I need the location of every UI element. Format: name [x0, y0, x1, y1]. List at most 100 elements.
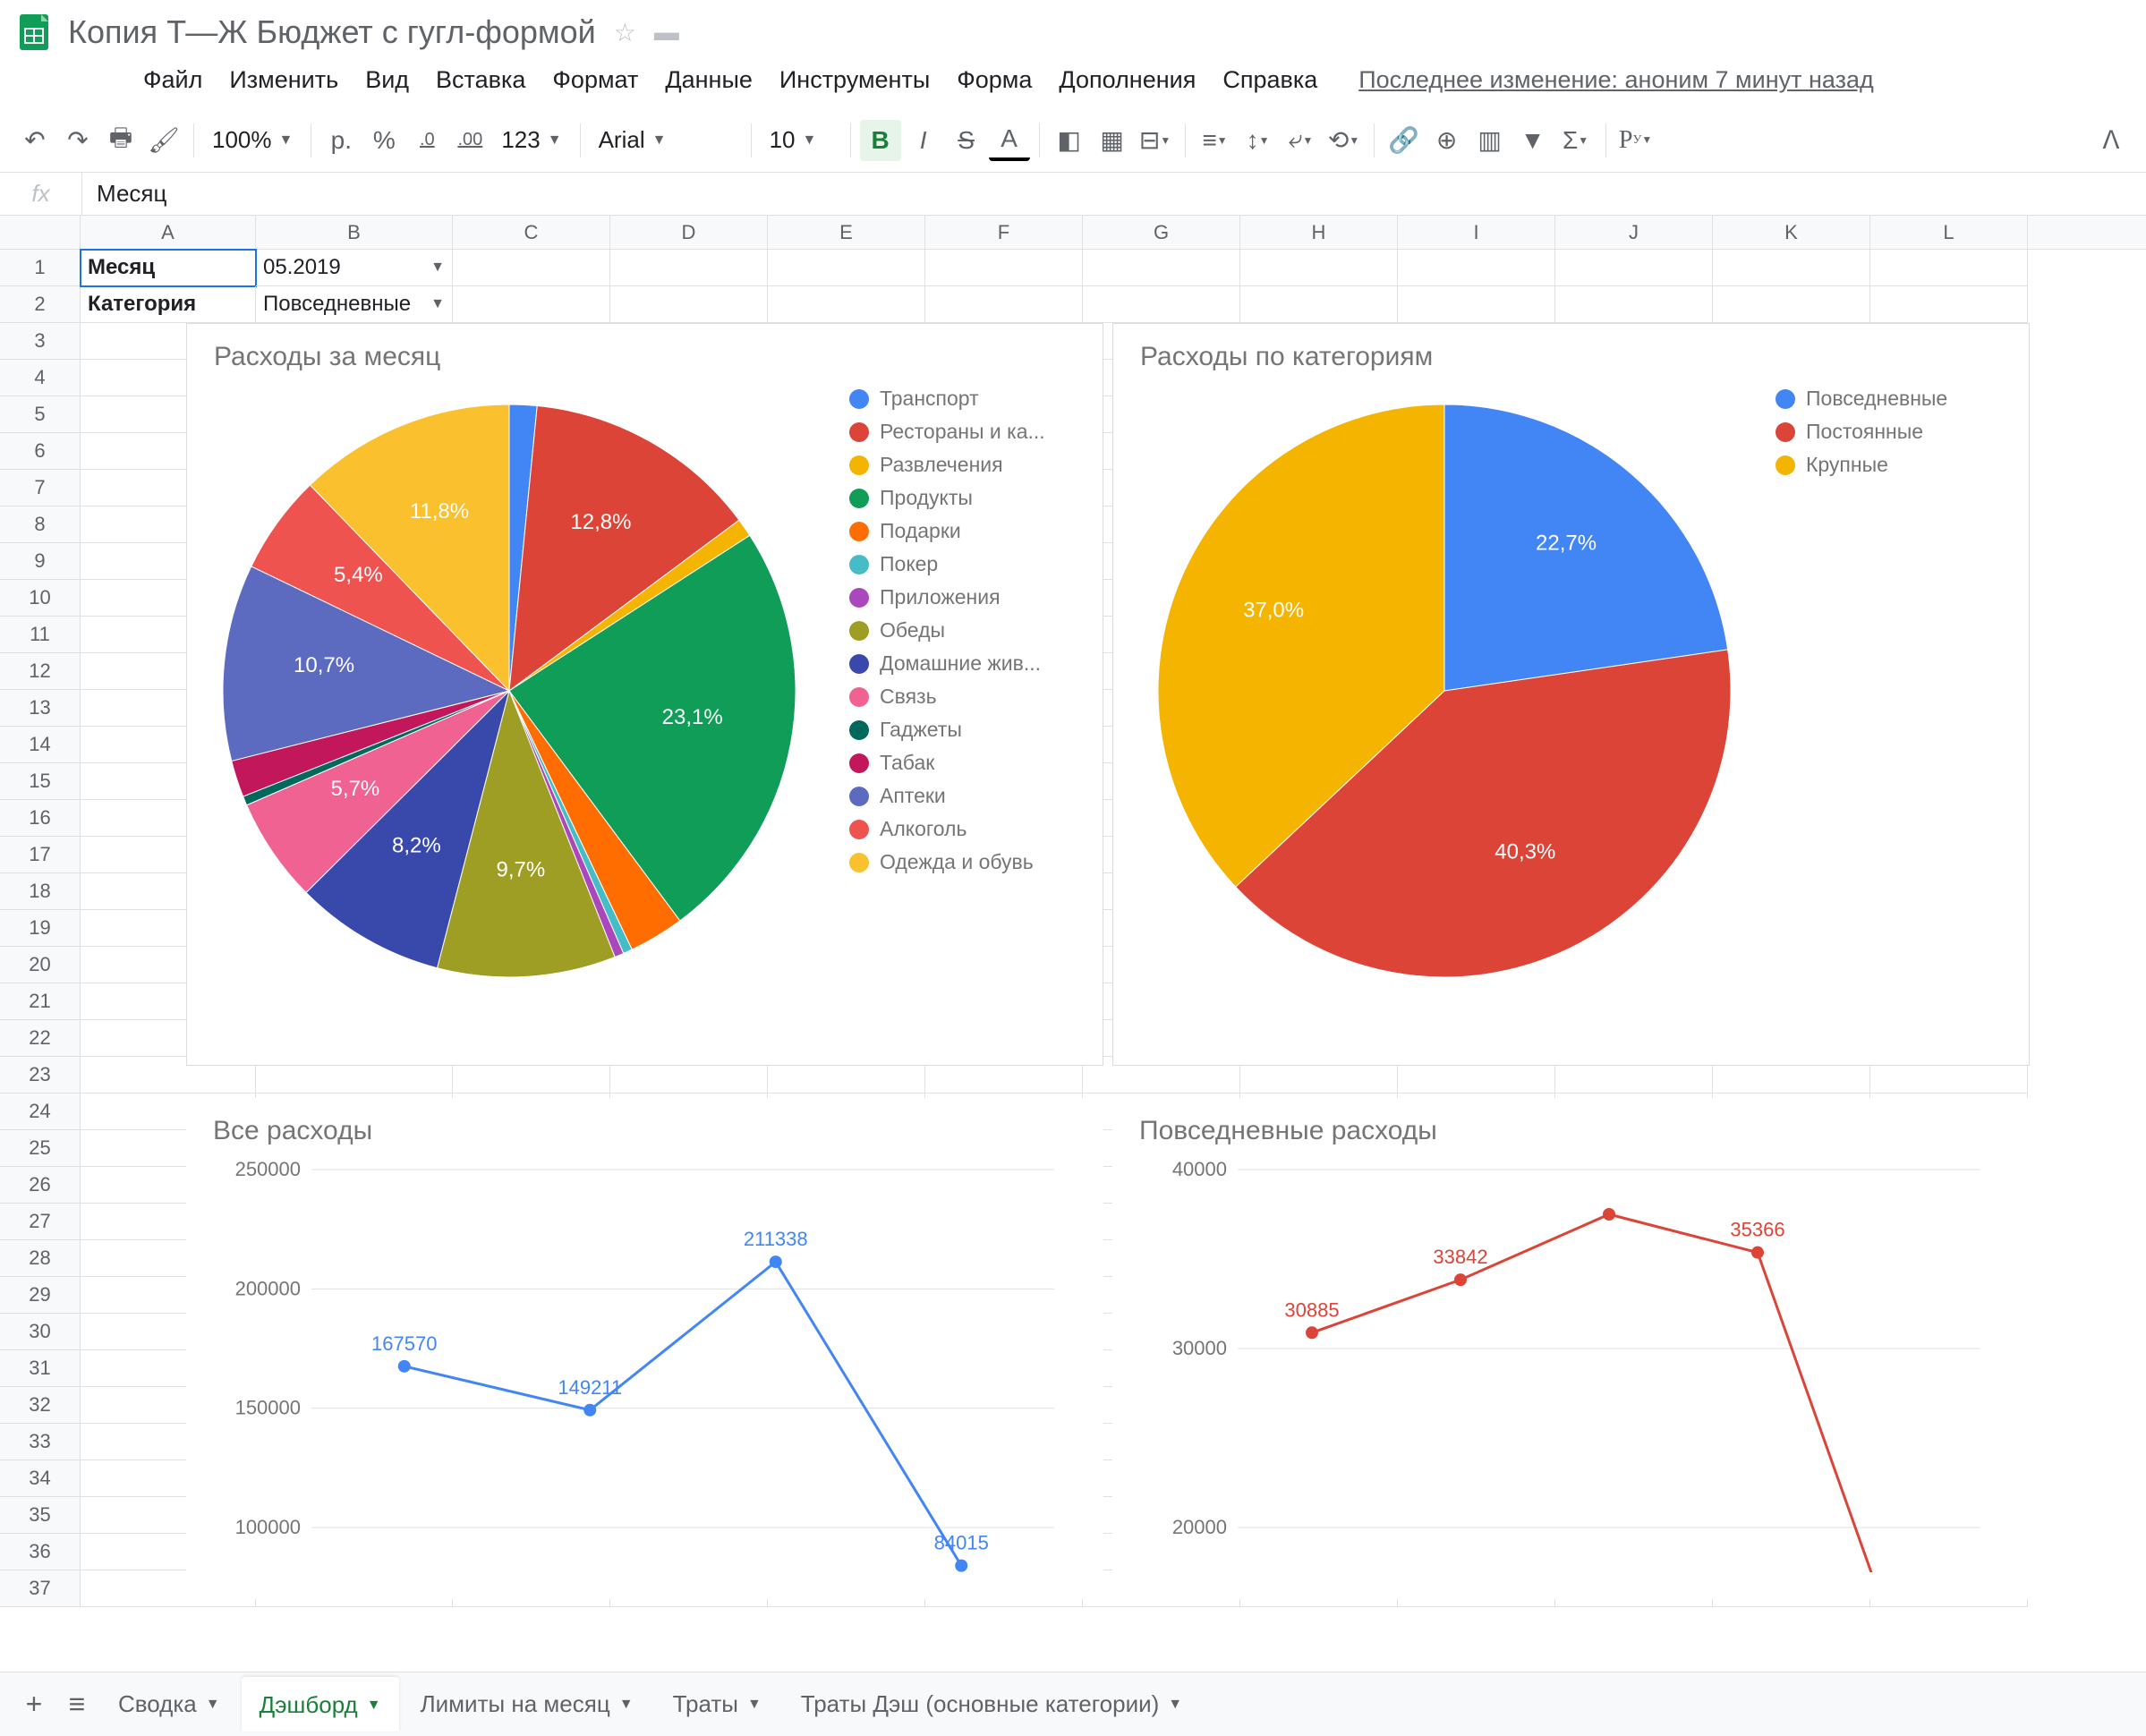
row-header-15[interactable]: 15	[0, 763, 81, 800]
row-header-6[interactable]: 6	[0, 433, 81, 470]
dec-decrease-button[interactable]: .0	[406, 120, 447, 161]
row-header-36[interactable]: 36	[0, 1534, 81, 1570]
row-header-19[interactable]: 19	[0, 910, 81, 947]
column-header-H[interactable]: H	[1240, 216, 1398, 249]
row-header-13[interactable]: 13	[0, 690, 81, 727]
row-header-29[interactable]: 29	[0, 1277, 81, 1314]
row-header-3[interactable]: 3	[0, 323, 81, 360]
expand-button[interactable]: ᐱ	[2091, 120, 2132, 161]
row-header-35[interactable]: 35	[0, 1497, 81, 1534]
sheet-tab-4[interactable]: Траты Дэш (основные категории)▼	[783, 1677, 1200, 1732]
cell-A1[interactable]: Месяц	[81, 250, 256, 286]
row-header-7[interactable]: 7	[0, 470, 81, 506]
italic-button[interactable]: I	[903, 120, 944, 161]
row-header-10[interactable]: 10	[0, 580, 81, 617]
chart-category-expenses[interactable]: Расходы по категориям 22,7%40,3%37,0% По…	[1112, 323, 2030, 1066]
row-header-11[interactable]: 11	[0, 617, 81, 653]
cell-A2[interactable]: Категория	[81, 286, 256, 323]
menu-format[interactable]: Формат	[540, 61, 651, 99]
fill-color-button[interactable]: ◧	[1049, 120, 1090, 161]
paint-format-button[interactable]: 🖌	[143, 120, 184, 161]
dropdown-arrow-icon[interactable]: ▼	[430, 260, 445, 276]
filter-button[interactable]: ▼	[1512, 120, 1554, 161]
redo-button[interactable]: ↷	[57, 120, 98, 161]
row-header-34[interactable]: 34	[0, 1460, 81, 1497]
add-sheet-button[interactable]: +	[14, 1685, 54, 1724]
row-header-30[interactable]: 30	[0, 1314, 81, 1350]
column-header-G[interactable]: G	[1083, 216, 1240, 249]
cell-J1[interactable]	[1555, 250, 1713, 286]
sheet-tab-1[interactable]: Дэшборд▼	[242, 1677, 399, 1732]
bold-button[interactable]: B	[860, 120, 901, 161]
sheet-tab-3[interactable]: Траты▼	[655, 1677, 779, 1732]
text-color-button[interactable]: A	[989, 120, 1030, 161]
cell-L2[interactable]	[1870, 286, 2028, 323]
cell-F2[interactable]	[925, 286, 1083, 323]
cell-H2[interactable]	[1240, 286, 1398, 323]
cell-L1[interactable]	[1870, 250, 2028, 286]
cell-E1[interactable]	[768, 250, 925, 286]
menu-addons[interactable]: Дополнения	[1046, 61, 1208, 99]
undo-button[interactable]: ↶	[14, 120, 55, 161]
row-header-20[interactable]: 20	[0, 947, 81, 983]
font-size-select[interactable]: 10▼	[761, 121, 841, 159]
row-header-4[interactable]: 4	[0, 360, 81, 396]
menu-insert[interactable]: Вставка	[423, 61, 538, 99]
chart-button[interactable]: ▥	[1469, 120, 1511, 161]
column-header-B[interactable]: B	[256, 216, 453, 249]
link-button[interactable]: 🔗	[1384, 120, 1425, 161]
comment-button[interactable]: ⊕	[1426, 120, 1468, 161]
menu-edit[interactable]: Изменить	[217, 61, 351, 99]
folder-icon[interactable]: ▬	[654, 18, 679, 47]
cell-D2[interactable]	[610, 286, 768, 323]
currency-button[interactable]: р.	[320, 120, 362, 161]
merge-button[interactable]: ⊟▼	[1135, 120, 1176, 161]
chart-all-expenses[interactable]: Все расходы 1000001500002000002500001675…	[186, 1098, 1103, 1599]
wrap-button[interactable]: ⤶▼	[1281, 120, 1322, 161]
column-header-F[interactable]: F	[925, 216, 1083, 249]
borders-button[interactable]: ▦	[1092, 120, 1133, 161]
menu-form[interactable]: Форма	[944, 61, 1044, 99]
row-header-25[interactable]: 25	[0, 1130, 81, 1167]
cell-I1[interactable]	[1398, 250, 1555, 286]
menu-help[interactable]: Справка	[1210, 61, 1330, 99]
font-select[interactable]: Arial▼	[590, 121, 742, 159]
chart-daily-expenses[interactable]: Повседневные расходы 2000030000400003088…	[1112, 1098, 2030, 1599]
row-header-37[interactable]: 37	[0, 1570, 81, 1607]
menu-tools[interactable]: Инструменты	[767, 61, 942, 99]
row-header-16[interactable]: 16	[0, 800, 81, 837]
column-header-K[interactable]: K	[1713, 216, 1870, 249]
sheet-tab-menu-icon[interactable]: ▼	[206, 1697, 220, 1713]
row-header-27[interactable]: 27	[0, 1204, 81, 1240]
star-icon[interactable]: ☆	[614, 18, 636, 47]
sheet-tab-menu-icon[interactable]: ▼	[367, 1698, 381, 1714]
row-header-18[interactable]: 18	[0, 873, 81, 910]
column-header-L[interactable]: L	[1870, 216, 2028, 249]
column-header-J[interactable]: J	[1555, 216, 1713, 249]
cell-I2[interactable]	[1398, 286, 1555, 323]
row-header-8[interactable]: 8	[0, 506, 81, 543]
cell-E2[interactable]	[768, 286, 925, 323]
print-button[interactable]: 🖶	[100, 120, 141, 161]
column-header-D[interactable]: D	[610, 216, 768, 249]
row-header-14[interactable]: 14	[0, 727, 81, 763]
row-header-9[interactable]: 9	[0, 543, 81, 580]
cell-F1[interactable]	[925, 250, 1083, 286]
halign-button[interactable]: ≡▼	[1195, 120, 1236, 161]
sheet-tab-menu-icon[interactable]: ▼	[1168, 1697, 1182, 1713]
cell-K1[interactable]	[1713, 250, 1870, 286]
sheet-tab-menu-icon[interactable]: ▼	[747, 1697, 762, 1713]
cell-G2[interactable]	[1083, 286, 1240, 323]
chart-monthly-expenses[interactable]: Расходы за месяц 12,8%23,1%9,7%8,2%5,7%1…	[186, 323, 1103, 1066]
row-header-1[interactable]: 1	[0, 250, 81, 286]
formula-input[interactable]: Месяц	[82, 180, 2146, 208]
row-header-2[interactable]: 2	[0, 286, 81, 323]
row-header-23[interactable]: 23	[0, 1057, 81, 1094]
cell-K2[interactable]	[1713, 286, 1870, 323]
cell-H1[interactable]	[1240, 250, 1398, 286]
valign-button[interactable]: ↕▼	[1238, 120, 1279, 161]
row-header-33[interactable]: 33	[0, 1424, 81, 1460]
column-header-E[interactable]: E	[768, 216, 925, 249]
cell-G1[interactable]	[1083, 250, 1240, 286]
percent-button[interactable]: %	[363, 120, 405, 161]
